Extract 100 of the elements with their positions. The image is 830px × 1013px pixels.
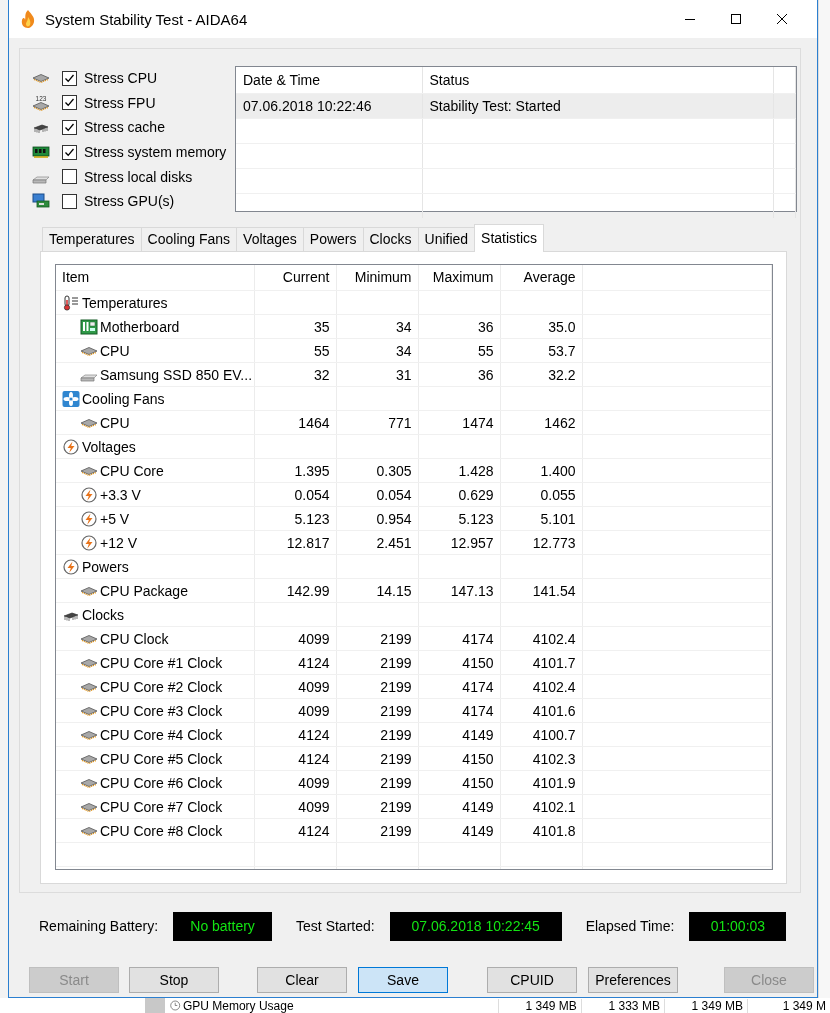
checkbox-label[interactable]: Stress CPU (84, 70, 158, 87)
lightning-bolt-icon (62, 558, 80, 575)
table-cell: 5.101 (500, 506, 582, 531)
checkbox[interactable] (62, 193, 77, 209)
tab[interactable]: Statistics (474, 223, 545, 252)
category-label: Powers (82, 558, 129, 575)
table-cell: 35 (254, 314, 336, 339)
graphics-card-icon (32, 193, 50, 210)
background-cell: 1 349 MB (497, 998, 581, 1013)
table-cell: 36 (418, 314, 500, 339)
checkbox[interactable] (62, 144, 77, 160)
sensor-label: CPU Core (100, 462, 164, 479)
flame-icon (19, 9, 37, 29)
table-cell: 55 (418, 338, 500, 363)
table-cell: 53.7 (500, 338, 582, 363)
table-cell: 4102.3 (500, 746, 582, 771)
table-cell: 0.054 (336, 482, 418, 507)
column-header[interactable]: Item (56, 264, 254, 291)
close-icon[interactable] (776, 13, 788, 25)
column-header[interactable]: Current (254, 264, 336, 291)
table-cell: 4149 (418, 722, 500, 747)
status-label: Test Started: (296, 918, 375, 934)
column-header[interactable]: Status (422, 67, 773, 94)
dialog-button[interactable]: CPUID (487, 967, 577, 993)
table-cell: 4149 (418, 794, 500, 819)
table-cell: 55 (254, 338, 336, 363)
table-cell: 4101.7 (500, 650, 582, 675)
table-cell: 4099 (254, 794, 336, 819)
table-cell: 12.773 (500, 530, 582, 555)
table-cell: 4100.7 (500, 722, 582, 747)
table-cell: 4124 (254, 722, 336, 747)
table-cell: 2199 (336, 674, 418, 699)
dialog-button[interactable]: Preferences (588, 967, 678, 993)
checkbox-label[interactable]: Stress cache (84, 119, 165, 136)
status-display: 01:00:03 (689, 911, 787, 941)
sensor-label: CPU Core #2 Clock (100, 678, 223, 695)
checkbox-label[interactable]: Stress system memory (84, 144, 227, 161)
sensor-label: +3.3 V (100, 486, 141, 503)
table-cell: 12.957 (418, 530, 500, 555)
column-header[interactable]: Minimum (336, 264, 418, 291)
category-label: Voltages (82, 438, 136, 455)
sensor-label: CPU Core #3 Clock (100, 702, 223, 719)
column-header[interactable]: Maximum (418, 264, 500, 291)
checkbox[interactable] (62, 120, 77, 135)
memory-module-icon (32, 144, 50, 161)
table-cell: 4099 (254, 674, 336, 699)
table-cell: 4102.1 (500, 794, 582, 819)
table-cell: 1462 (500, 410, 582, 435)
table-cell: 1.400 (500, 458, 582, 483)
sensor-label: +5 V (100, 510, 130, 527)
checkbox-label[interactable]: Stress GPU(s) (84, 193, 175, 210)
table-cell: 36 (418, 362, 500, 387)
table-cell: 4150 (418, 746, 500, 771)
table-cell: 12.817 (254, 530, 336, 555)
lightning-bolt-icon (62, 438, 80, 455)
dialog-button[interactable]: Stop (129, 967, 219, 993)
table-cell: 0.305 (336, 458, 418, 483)
column-header[interactable]: Average (500, 264, 582, 291)
disk-drive-icon (32, 175, 50, 184)
sensor-label: CPU Core #6 Clock (100, 774, 223, 791)
table-cell: 4149 (418, 818, 500, 843)
table-cell: 2199 (336, 650, 418, 675)
checkbox[interactable] (62, 95, 77, 111)
table-cell: 771 (336, 410, 418, 435)
lightning-bolt-icon (80, 486, 98, 503)
column-header[interactable]: Date & Time (236, 67, 422, 94)
sensor-label: CPU Core #4 Clock (100, 726, 223, 743)
tab[interactable]: Temperatures (42, 226, 142, 251)
status-display: 07.06.2018 10:22:45 (389, 911, 562, 941)
maximize-icon[interactable] (730, 13, 742, 25)
table-cell: 5.123 (254, 506, 336, 531)
dialog-button[interactable]: Clear (257, 967, 347, 993)
checkbox-label[interactable]: Stress local disks (84, 168, 193, 185)
sensor-label: CPU Core #5 Clock (100, 750, 223, 767)
table-cell: 0.629 (418, 482, 500, 507)
table-cell: 4101.9 (500, 770, 582, 795)
sensor-label: CPU Package (100, 582, 188, 599)
log-row[interactable]: 07.06.2018 10:22:46 Stability Test: Started (236, 93, 796, 119)
table-cell: 4124 (254, 818, 336, 843)
thermometer-icon (62, 294, 80, 311)
dialog-button[interactable]: Save (358, 967, 448, 993)
checkbox[interactable] (62, 70, 77, 86)
table-cell: 4174 (418, 698, 500, 723)
checkbox[interactable] (62, 169, 77, 185)
checkbox-label[interactable]: Stress FPU (84, 94, 156, 111)
table-cell: 32 (254, 362, 336, 387)
disk-drive-icon (80, 373, 98, 382)
status-label: Elapsed Time: (585, 918, 675, 934)
table-cell: 2199 (336, 746, 418, 771)
sensor-label: CPU Core #8 Clock (100, 822, 223, 839)
table-cell: 1464 (254, 410, 336, 435)
background-cell: 1 349 M (746, 998, 830, 1013)
table-cell: 1.428 (418, 458, 500, 483)
table-cell: 1474 (418, 410, 500, 435)
log-cell: 07.06.2018 10:22:46 (236, 93, 422, 119)
sensor-label: Samsung SSD 850 EV... (100, 366, 253, 383)
table-cell: 34 (336, 314, 418, 339)
table-cell: 4099 (254, 770, 336, 795)
table-cell: 4174 (418, 674, 500, 699)
sensor-label: CPU Core #1 Clock (100, 654, 223, 671)
